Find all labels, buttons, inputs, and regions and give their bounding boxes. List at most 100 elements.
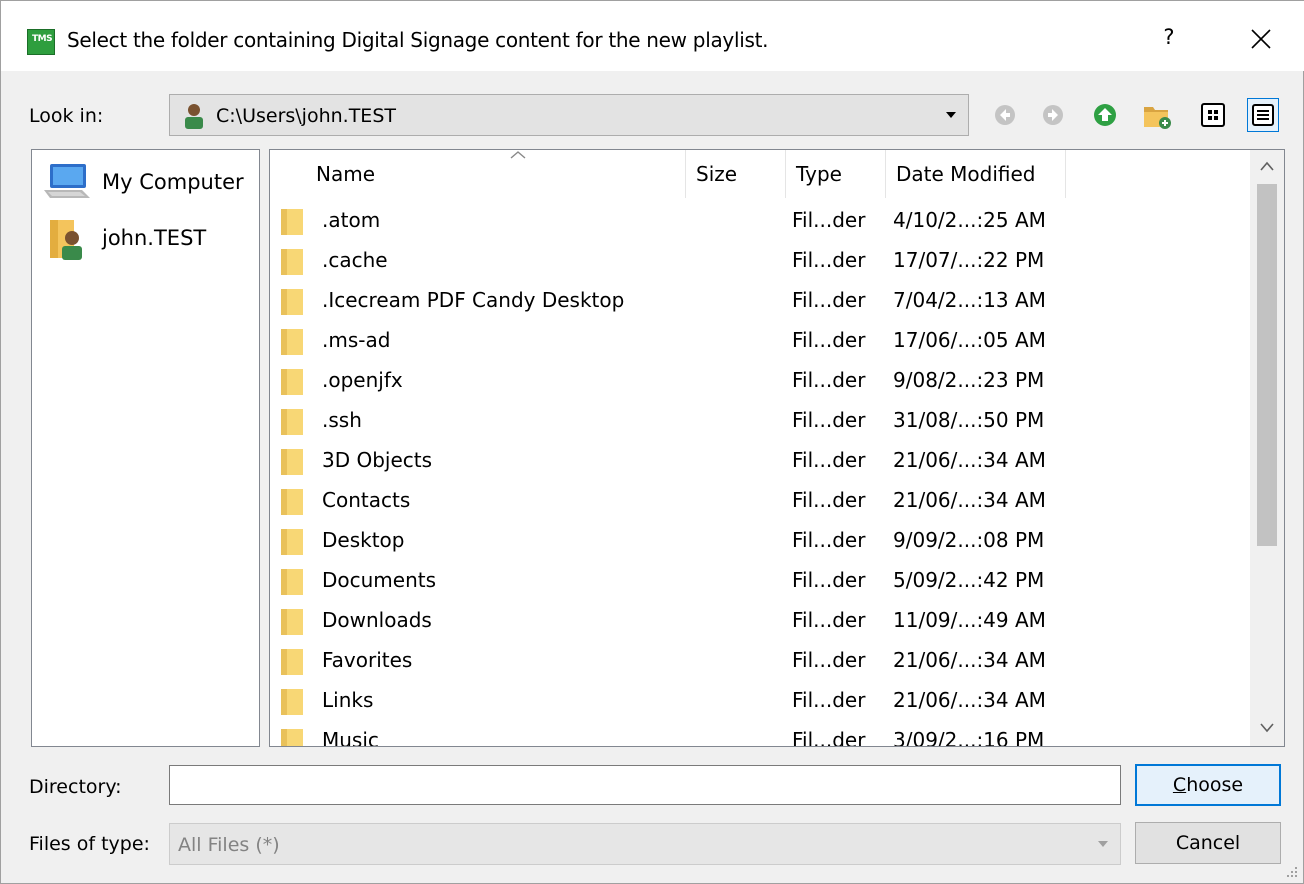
file-row[interactable]: .ms-ad Fil...der 17/06/...:05 AM [270, 320, 1250, 360]
resize-grip-icon[interactable] [1285, 865, 1299, 879]
back-icon [995, 105, 1015, 125]
file-type: Fil...der [792, 608, 866, 632]
new-folder-button[interactable] [1141, 98, 1173, 132]
choose-button[interactable]: Choose [1135, 764, 1281, 806]
file-date: 11/09/...:49 AM [893, 608, 1046, 632]
file-row[interactable]: .ssh Fil...der 31/08/...:50 PM [270, 400, 1250, 440]
folder-icon [281, 689, 303, 715]
file-type: Fil...der [792, 288, 866, 312]
scrollbar-thumb[interactable] [1257, 184, 1277, 546]
file-date: 17/06/...:05 AM [893, 328, 1046, 352]
folder-icon [281, 529, 303, 555]
details-view-icon [1252, 104, 1274, 126]
file-row[interactable]: Music Fil...der 3/09/2...:16 PM [270, 720, 1250, 747]
look-in-combo[interactable]: C:\Users\john.TEST [169, 94, 969, 136]
folder-icon [281, 329, 303, 355]
help-button[interactable]: ? [1159, 25, 1179, 49]
close-button[interactable] [1241, 21, 1281, 61]
file-name: Contacts [322, 488, 411, 512]
file-name: .ssh [322, 408, 362, 432]
files-of-type-label: Files of type: [29, 833, 150, 855]
look-in-label: Look in: [29, 105, 104, 127]
directory-label: Directory: [29, 776, 122, 798]
file-date: 21/06/...:34 AM [893, 488, 1046, 512]
folder-icon [281, 609, 303, 635]
file-row[interactable]: Desktop Fil...der 9/09/2...:08 PM [270, 520, 1250, 560]
file-row[interactable]: Contacts Fil...der 21/06/...:34 AM [270, 480, 1250, 520]
file-row[interactable]: .cache Fil...der 17/07/...:22 PM [270, 240, 1250, 280]
column-header-date-label: Date Modified [896, 162, 1036, 186]
list-view-button[interactable] [1197, 98, 1229, 132]
file-type: Fil...der [792, 248, 866, 272]
up-folder-button[interactable] [1089, 98, 1121, 132]
file-date: 9/09/2...:08 PM [893, 528, 1045, 552]
user-folder-icon [50, 220, 82, 260]
up-folder-icon [1094, 104, 1116, 126]
place-my-computer[interactable]: My Computer [40, 158, 255, 208]
file-date: 31/08/...:50 PM [893, 408, 1045, 432]
file-row[interactable]: Links Fil...der 21/06/...:34 AM [270, 680, 1250, 720]
file-list[interactable]: Name Size Type Date Modified .atom Fil...… [269, 149, 1285, 747]
column-header-date[interactable]: Date Modified [886, 150, 1066, 198]
place-label: My Computer [102, 170, 244, 194]
back-button[interactable] [989, 98, 1021, 132]
folder-chooser-dialog: TMS Select the folder containing Digital… [0, 0, 1304, 884]
file-name: .atom [322, 208, 381, 232]
app-icon: TMS [27, 29, 55, 55]
scroll-down-icon[interactable] [1259, 722, 1275, 734]
list-view-icon [1201, 103, 1225, 127]
title-bar: TMS Select the folder containing Digital… [1, 1, 1304, 71]
column-header-name[interactable]: Name [306, 150, 686, 198]
column-header-type[interactable]: Type [786, 150, 886, 198]
column-header-size-label: Size [696, 162, 738, 186]
file-name: Links [322, 688, 374, 712]
scroll-up-icon[interactable] [1259, 160, 1275, 172]
directory-input[interactable] [169, 765, 1121, 805]
file-type: Fil...der [792, 648, 866, 672]
file-name: Documents [322, 568, 437, 592]
file-name: Favorites [322, 648, 413, 672]
file-row[interactable]: .Icecream PDF Candy Desktop Fil...der 7/04… [270, 280, 1250, 320]
file-row[interactable]: .atom Fil...der 4/10/2...:25 AM [270, 200, 1250, 240]
file-date: 3/09/2...:16 PM [893, 728, 1045, 747]
cancel-button[interactable]: Cancel [1135, 822, 1281, 864]
files-of-type-value: All Files (*) [178, 834, 280, 856]
app-icon-text: TMS [32, 34, 53, 44]
file-date: 21/06/...:34 AM [893, 648, 1046, 672]
file-date: 5/09/2...:42 PM [893, 568, 1045, 592]
place-john-test[interactable]: john.TEST [40, 214, 255, 264]
vertical-scrollbar[interactable] [1250, 150, 1284, 746]
close-icon [1251, 29, 1271, 49]
files-of-type-combo[interactable]: All Files (*) [169, 823, 1121, 865]
column-header-name-label: Name [316, 162, 376, 186]
new-folder-icon [1144, 107, 1171, 129]
column-header-size[interactable]: Size [686, 150, 786, 198]
forward-button[interactable] [1037, 98, 1069, 132]
file-row[interactable]: 3D Objects Fil...der 21/06/...:34 AM [270, 440, 1250, 480]
file-type: Fil...der [792, 328, 866, 352]
file-row[interactable]: Favorites Fil...der 21/06/...:34 AM [270, 640, 1250, 680]
folder-icon [281, 729, 303, 746]
details-view-button[interactable] [1247, 98, 1279, 132]
file-date: 21/06/...:34 AM [893, 688, 1046, 712]
forward-icon [1043, 105, 1063, 125]
file-name: .openjfx [322, 368, 403, 392]
file-type: Fil...der [792, 208, 866, 232]
file-row[interactable]: .openjfx Fil...der 9/08/2...:23 PM [270, 360, 1250, 400]
file-name: .cache [322, 248, 388, 272]
dialog-title: Select the folder containing Digital Sig… [67, 28, 769, 52]
folder-icon [281, 649, 303, 675]
file-name: .ms-ad [322, 328, 391, 352]
places-sidebar: My Computer john.TEST [31, 149, 260, 747]
file-row[interactable]: Downloads Fil...der 11/09/...:49 AM [270, 600, 1250, 640]
file-type: Fil...der [792, 368, 866, 392]
user-icon [185, 104, 203, 129]
folder-icon [281, 209, 303, 235]
place-label: john.TEST [102, 226, 207, 250]
column-header-type-label: Type [796, 162, 842, 186]
file-type: Fil...der [792, 408, 866, 432]
folder-icon [281, 289, 303, 315]
file-row[interactable]: Documents Fil...der 5/09/2...:42 PM [270, 560, 1250, 600]
file-type: Fil...der [792, 688, 866, 712]
file-name: Desktop [322, 528, 405, 552]
